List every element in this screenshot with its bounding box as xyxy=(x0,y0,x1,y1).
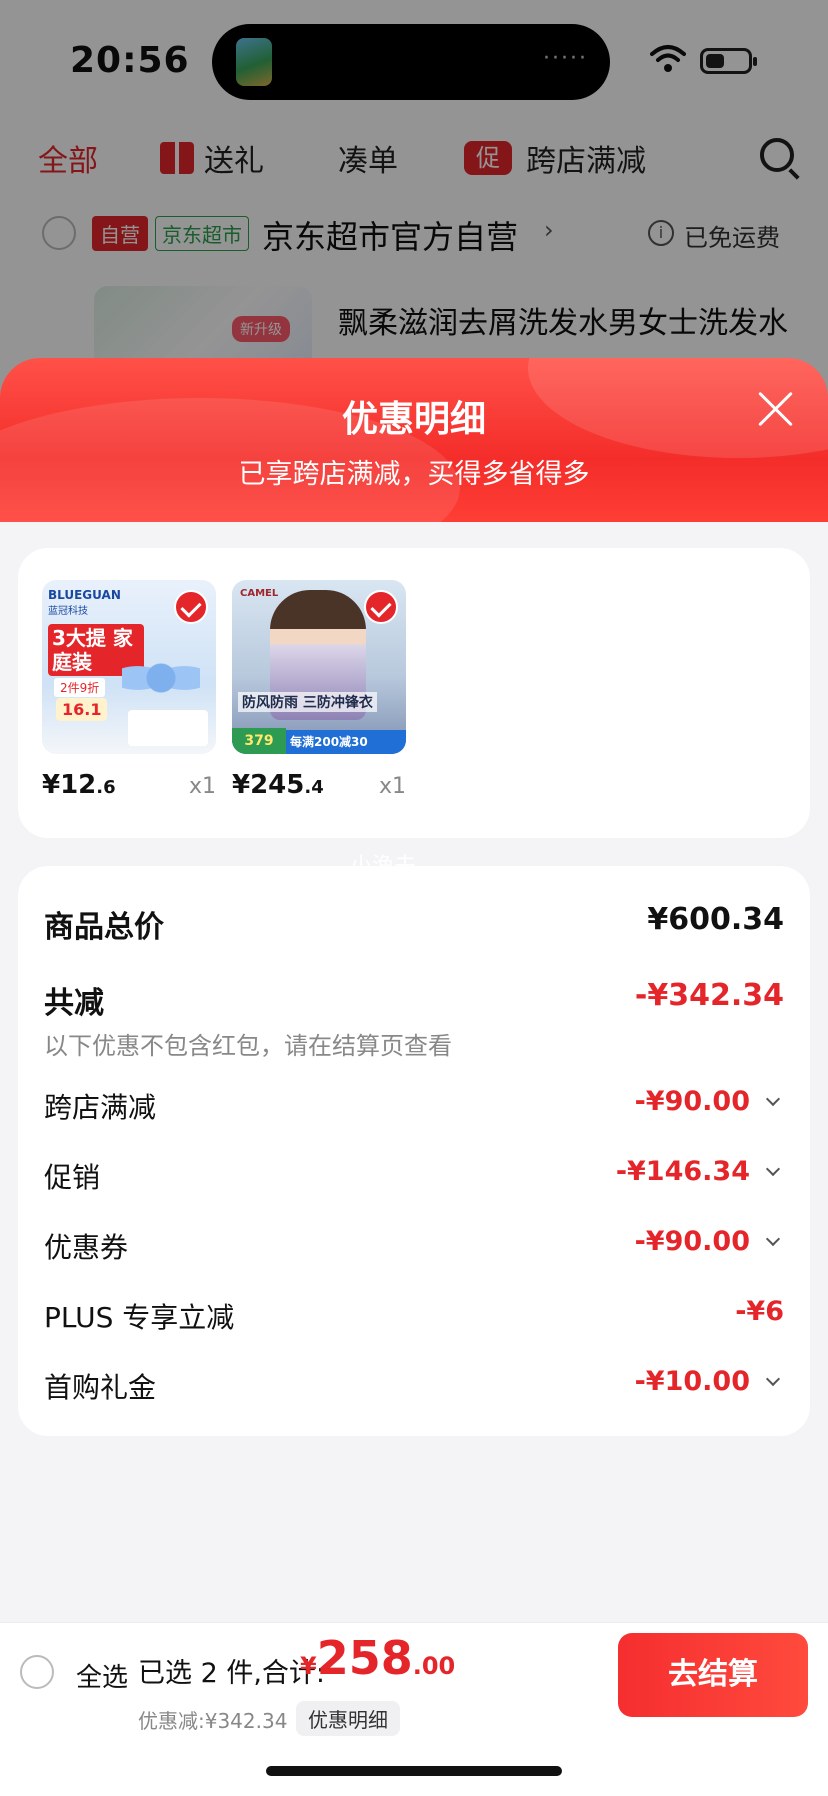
product-brand-cn: 蓝冠科技 xyxy=(48,606,88,617)
total-price-value: ¥600.34 xyxy=(647,902,784,937)
discount-label: 促销 xyxy=(44,1161,101,1194)
discount-value: -¥10.00 xyxy=(634,1366,750,1397)
chevron-down-icon[interactable] xyxy=(765,1161,781,1177)
bow-graphic xyxy=(122,650,200,706)
discount-row-cross-store[interactable]: 跨店满减 -¥90.00 xyxy=(44,1086,784,1126)
checkout-button[interactable]: 去结算 xyxy=(618,1633,808,1717)
chevron-down-icon[interactable] xyxy=(765,1091,781,1107)
checkmark-icon[interactable] xyxy=(364,590,398,624)
discount-label: 优惠券 xyxy=(44,1231,129,1264)
product-price-tag: 16.1 xyxy=(56,698,108,721)
discount-sheet-header: 优惠明细 已享跨店满减，买得多省得多 xyxy=(0,358,828,526)
chevron-down-icon[interactable] xyxy=(765,1231,781,1247)
discount-label: PLUS 专享立减 xyxy=(44,1301,235,1334)
discount-row-first-purchase[interactable]: 首购礼金 -¥10.00 xyxy=(44,1366,784,1406)
discount-value: -¥90.00 xyxy=(634,1226,750,1257)
product-price: ¥12.6 xyxy=(42,770,116,800)
discount-value: -¥146.34 xyxy=(615,1156,750,1187)
product-qty: x1 xyxy=(188,774,216,799)
discount-value: -¥90.00 xyxy=(634,1086,750,1117)
discount-value: -¥6 xyxy=(735,1296,784,1327)
product-brand: BLUEGUAN xyxy=(48,588,121,602)
chevron-down-icon[interactable] xyxy=(765,1371,781,1387)
discount-row-plus: PLUS 专享立减 -¥6 xyxy=(44,1296,784,1336)
total-reduction-label: 共减 xyxy=(44,986,104,1021)
modal-backdrop[interactable] xyxy=(0,0,828,400)
discount-label: 首购礼金 xyxy=(44,1371,157,1404)
discount-detail-button[interactable]: 优惠明细 xyxy=(296,1701,400,1736)
discount-row-promotion[interactable]: 促销 -¥146.34 xyxy=(44,1156,784,1196)
product-tag-price: 379 xyxy=(232,728,286,754)
product-item[interactable]: CAMEL 防风防雨 三防冲锋衣 379 每满200减30 ¥245.4 x1 xyxy=(232,580,406,800)
product-promo-sub: 2件9折 xyxy=(54,678,106,697)
total-payable: ¥258.00 xyxy=(300,1631,456,1685)
tissue-graphic xyxy=(128,710,208,746)
reduction-note: 以下优惠不包含红包，请在结算页查看 xyxy=(44,1032,452,1060)
product-image[interactable]: CAMEL 防风防雨 三防冲锋衣 379 每满200减30 xyxy=(232,580,406,754)
sheet-subtitle: 已享跨店满减，买得多省得多 xyxy=(238,459,590,490)
product-caption: 防风防雨 三防冲锋衣 xyxy=(238,692,377,712)
discount-row-coupon[interactable]: 优惠券 -¥90.00 xyxy=(44,1226,784,1266)
discount-label: 跨店满减 xyxy=(44,1091,157,1124)
saved-amount: 优惠减:¥342.34 xyxy=(138,1709,288,1733)
sheet-title: 优惠明细 xyxy=(341,399,486,440)
home-indicator xyxy=(266,1766,562,1776)
total-reduction-value: -¥342.34 xyxy=(634,978,784,1013)
close-icon[interactable] xyxy=(750,384,800,434)
product-brand: CAMEL xyxy=(240,588,279,599)
select-all-radio[interactable] xyxy=(20,1655,54,1689)
product-price: ¥245.4 xyxy=(232,770,324,800)
price-summary-card: 商品总价 ¥600.34 共减 -¥342.34 以下优惠不包含红包，请在结算页… xyxy=(18,866,810,1436)
total-price-label: 商品总价 xyxy=(44,910,164,945)
select-all-label[interactable]: 全选 xyxy=(76,1657,128,1694)
product-qty: x1 xyxy=(378,774,406,799)
selected-summary: 已选 2 件,合计: xyxy=(138,1658,326,1689)
product-item[interactable]: BLUEGUAN 蓝冠科技 3大提 家庭装 2件9折 16.1 ¥12.6 x1 xyxy=(42,580,216,800)
selected-products-card: BLUEGUAN 蓝冠科技 3大提 家庭装 2件9折 16.1 ¥12.6 x1… xyxy=(18,548,810,838)
product-image[interactable]: BLUEGUAN 蓝冠科技 3大提 家庭装 2件9折 16.1 xyxy=(42,580,216,754)
checkmark-icon[interactable] xyxy=(174,590,208,624)
product-tag-promo: 每满200减30 xyxy=(290,735,368,749)
